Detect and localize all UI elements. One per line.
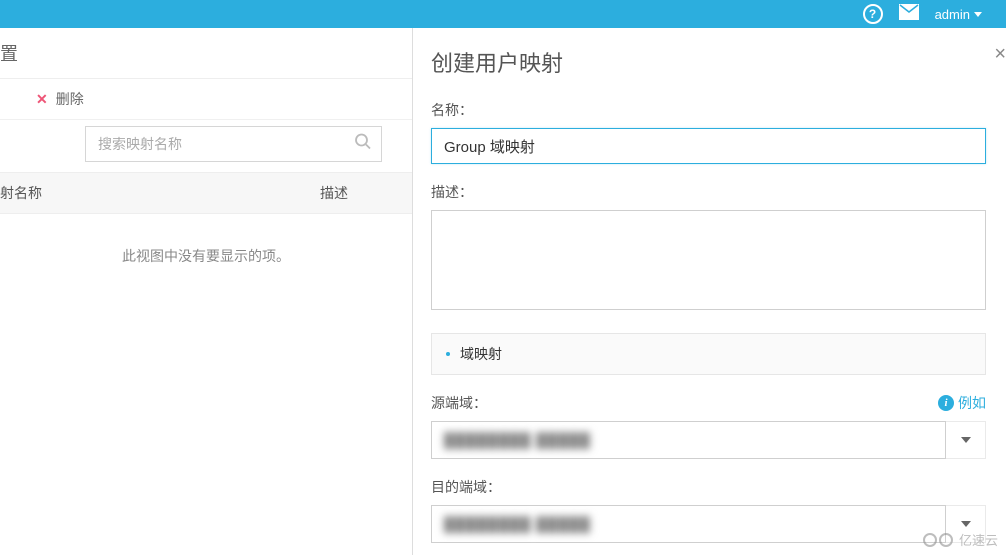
watermark-logo-icon xyxy=(923,533,953,547)
desc-label: 描述： xyxy=(431,182,986,202)
name-input[interactable] xyxy=(431,128,986,164)
user-name-label: admin xyxy=(935,7,970,22)
empty-message: 此视图中没有要显示的项。 xyxy=(0,214,412,266)
source-value: ████████ █████ xyxy=(444,432,591,448)
top-bar: ? admin xyxy=(0,0,1006,28)
info-icon: i xyxy=(938,395,954,411)
example-text: 例如 xyxy=(958,393,986,413)
page-title-partial: 置 xyxy=(0,28,412,79)
source-domain-select[interactable]: ████████ █████ xyxy=(431,421,986,459)
col-desc: 描述 xyxy=(320,183,412,203)
watermark-text: 亿速云 xyxy=(959,530,998,549)
panel-title: 创建用户映射 xyxy=(431,46,986,78)
example-link[interactable]: i 例如 xyxy=(938,393,986,413)
target-domain-select[interactable]: ████████ █████ xyxy=(431,505,986,543)
create-mapping-panel: × 创建用户映射 名称： 描述： 域映射 源端域： i 例如 ████████ … xyxy=(413,28,1006,555)
bullet-icon xyxy=(446,352,450,356)
chevron-down-icon xyxy=(961,437,971,443)
toolbar-delete[interactable]: ✕ 删除 xyxy=(0,79,412,120)
mail-icon[interactable] xyxy=(899,4,919,25)
target-domain-label: 目的端域： xyxy=(431,477,986,497)
close-icon[interactable]: × xyxy=(994,43,1006,66)
chevron-down-icon xyxy=(961,521,971,527)
search-input[interactable] xyxy=(85,126,382,162)
caret-down-icon xyxy=(974,12,982,17)
watermark: 亿速云 xyxy=(923,530,998,549)
user-menu[interactable]: admin xyxy=(935,7,982,22)
desc-textarea[interactable] xyxy=(431,210,986,310)
delete-label: 删除 xyxy=(56,89,84,109)
source-domain-label: 源端域： xyxy=(431,393,487,413)
name-label: 名称： xyxy=(431,100,986,120)
help-icon[interactable]: ? xyxy=(863,4,883,24)
search-icon[interactable] xyxy=(354,133,372,156)
section-label: 域映射 xyxy=(460,344,502,364)
target-value: ████████ █████ xyxy=(444,516,591,532)
section-domain-mapping[interactable]: 域映射 xyxy=(431,333,986,375)
source-dropdown-button[interactable] xyxy=(946,421,986,459)
table-header: 射名称 描述 xyxy=(0,172,412,214)
col-name: 射名称 xyxy=(0,183,320,203)
delete-x-icon: ✕ xyxy=(36,91,48,108)
left-pane: 置 ✕ 删除 射名称 描述 此视图中没有要显示的项。 xyxy=(0,28,413,555)
